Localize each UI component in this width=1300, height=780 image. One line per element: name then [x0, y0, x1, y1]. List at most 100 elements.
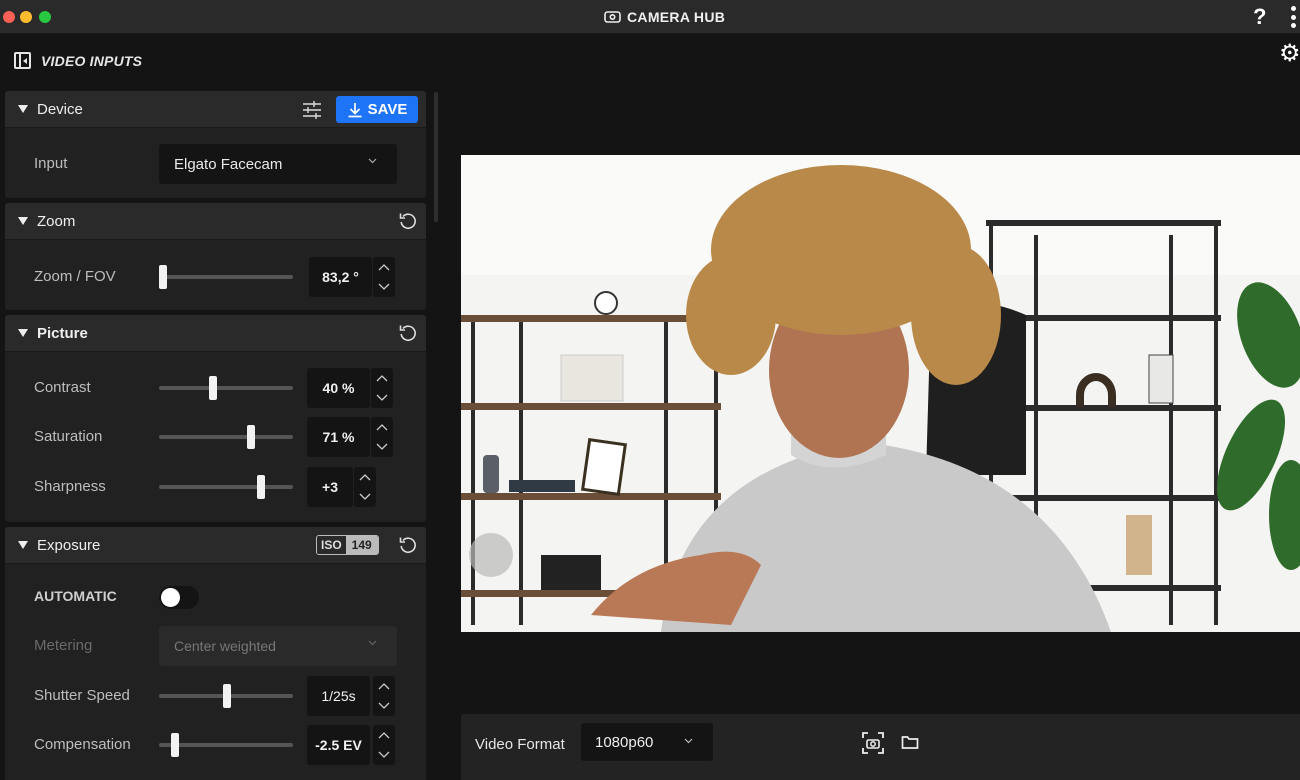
- reset-icon[interactable]: [398, 323, 418, 343]
- automatic-row: AUTOMATIC: [5, 577, 426, 617]
- metering-label: Metering: [34, 637, 93, 654]
- compensation-slider[interactable]: [159, 733, 293, 757]
- chevron-down-icon[interactable]: [378, 702, 390, 710]
- chevron-down-icon[interactable]: [376, 394, 388, 402]
- device-panel-title: Device: [37, 100, 83, 118]
- expand-triangle-icon: [18, 541, 28, 549]
- saturation-value[interactable]: 71 %: [307, 417, 370, 457]
- slider-thumb[interactable]: [208, 376, 217, 400]
- shutter-speed-value[interactable]: 1/25s: [307, 676, 370, 716]
- expand-triangle-icon: [18, 329, 28, 337]
- input-row: Input Elgato Facecam: [5, 144, 426, 184]
- shutter-speed-slider[interactable]: [159, 684, 293, 708]
- settings-gear-icon[interactable]: ⚙: [1279, 42, 1300, 66]
- picture-panel-header[interactable]: Picture: [5, 315, 426, 352]
- saturation-row: Saturation 71 %: [5, 417, 426, 457]
- minimize-window-button[interactable]: [20, 11, 32, 23]
- expand-triangle-icon: [18, 105, 28, 113]
- input-select-value: Elgato Facecam: [174, 156, 283, 173]
- slider-thumb[interactable]: [171, 733, 180, 757]
- chevron-down-icon[interactable]: [359, 493, 371, 501]
- chevron-up-icon[interactable]: [359, 473, 371, 481]
- slider-thumb[interactable]: [256, 475, 265, 499]
- screenshot-icon[interactable]: [862, 732, 884, 754]
- metering-select: Center weighted: [159, 626, 397, 666]
- slider-thumb[interactable]: [159, 265, 168, 289]
- reset-icon[interactable]: [398, 535, 418, 555]
- zoom-window-button[interactable]: [39, 11, 51, 23]
- automatic-label: AUTOMATIC: [34, 588, 117, 604]
- chevron-down-icon[interactable]: [378, 751, 390, 759]
- saturation-label: Saturation: [34, 428, 103, 445]
- close-window-button[interactable]: [3, 11, 15, 23]
- chevron-down-icon[interactable]: [376, 443, 388, 451]
- save-button-label: SAVE: [367, 101, 408, 118]
- exposure-panel-header[interactable]: Exposure ISO 149: [5, 527, 426, 564]
- metering-select-value: Center weighted: [174, 638, 276, 654]
- sharpness-label: Sharpness: [34, 478, 106, 495]
- compensation-row: Compensation -2.5 EV: [5, 725, 426, 765]
- device-panel: Device SAVE Input Elgato Facecam: [5, 91, 426, 198]
- chevron-up-icon[interactable]: [378, 263, 390, 271]
- collapse-sidebar-icon[interactable]: [14, 52, 31, 69]
- zoom-fov-label: Zoom / FOV: [34, 268, 116, 285]
- title-bar: CAMERA HUB ?: [0, 0, 1300, 34]
- exposure-panel-title: Exposure: [37, 536, 101, 554]
- sharpness-value[interactable]: +3: [307, 467, 353, 507]
- video-format-value: 1080p60: [595, 734, 654, 751]
- sidebar-scrollbar[interactable]: [434, 92, 438, 222]
- chevron-down-icon: [368, 158, 377, 164]
- save-button[interactable]: SAVE: [336, 96, 418, 123]
- sidebar-header: VIDEO INPUTS: [14, 52, 142, 69]
- compensation-value[interactable]: -2.5 EV: [307, 725, 370, 765]
- video-format-label: Video Format: [475, 736, 565, 753]
- shutter-speed-row: Shutter Speed 1/25s: [5, 676, 426, 716]
- shutter-speed-stepper[interactable]: [373, 676, 395, 716]
- zoom-panel: Zoom Zoom / FOV 83,2 °: [5, 203, 426, 310]
- zoom-fov-stepper[interactable]: [373, 257, 395, 297]
- camera-preview-image: [461, 155, 1300, 632]
- chevron-up-icon[interactable]: [376, 374, 388, 382]
- sharpness-slider[interactable]: [159, 475, 293, 499]
- slider-thumb[interactable]: [247, 425, 256, 449]
- iso-label: ISO: [317, 536, 346, 554]
- saturation-slider[interactable]: [159, 425, 293, 449]
- toggle-knob: [161, 588, 180, 607]
- chevron-down-icon: [368, 640, 377, 646]
- automatic-toggle[interactable]: [159, 586, 199, 609]
- input-label: Input: [34, 155, 68, 172]
- sharpness-stepper[interactable]: [354, 467, 376, 507]
- zoom-fov-value[interactable]: 83,2 °: [309, 257, 372, 297]
- chevron-up-icon[interactable]: [378, 731, 390, 739]
- zoom-fov-slider[interactable]: [159, 265, 293, 289]
- chevron-down-icon[interactable]: [378, 283, 390, 291]
- input-select[interactable]: Elgato Facecam: [159, 144, 397, 184]
- folder-icon[interactable]: [901, 733, 919, 751]
- contrast-label: Contrast: [34, 379, 91, 396]
- saturation-stepper[interactable]: [371, 417, 393, 457]
- contrast-value[interactable]: 40 %: [307, 368, 370, 408]
- iso-value: 149: [345, 536, 378, 554]
- slider-thumb[interactable]: [223, 684, 232, 708]
- metering-row: Metering Center weighted: [5, 626, 426, 666]
- zoom-panel-header[interactable]: Zoom: [5, 203, 426, 240]
- compensation-stepper[interactable]: [373, 725, 395, 765]
- contrast-slider[interactable]: [159, 376, 293, 400]
- app-title: CAMERA HUB: [604, 9, 725, 25]
- expand-triangle-icon: [18, 217, 28, 225]
- video-format-select[interactable]: 1080p60: [581, 723, 713, 761]
- help-icon[interactable]: ?: [1253, 4, 1266, 30]
- chevron-up-icon[interactable]: [378, 682, 390, 690]
- more-menu-icon[interactable]: [1290, 6, 1296, 28]
- camera-preview: [461, 155, 1300, 632]
- download-icon: [348, 102, 362, 117]
- contrast-row: Contrast 40 %: [5, 368, 426, 408]
- reset-icon[interactable]: [398, 211, 418, 231]
- picture-panel-title: Picture: [37, 324, 88, 342]
- adjustments-icon[interactable]: [302, 100, 322, 120]
- shutter-speed-label: Shutter Speed: [34, 687, 130, 704]
- app-title-text: CAMERA HUB: [627, 9, 726, 25]
- contrast-stepper[interactable]: [371, 368, 393, 408]
- chevron-up-icon[interactable]: [376, 423, 388, 431]
- device-panel-header[interactable]: Device SAVE: [5, 91, 426, 128]
